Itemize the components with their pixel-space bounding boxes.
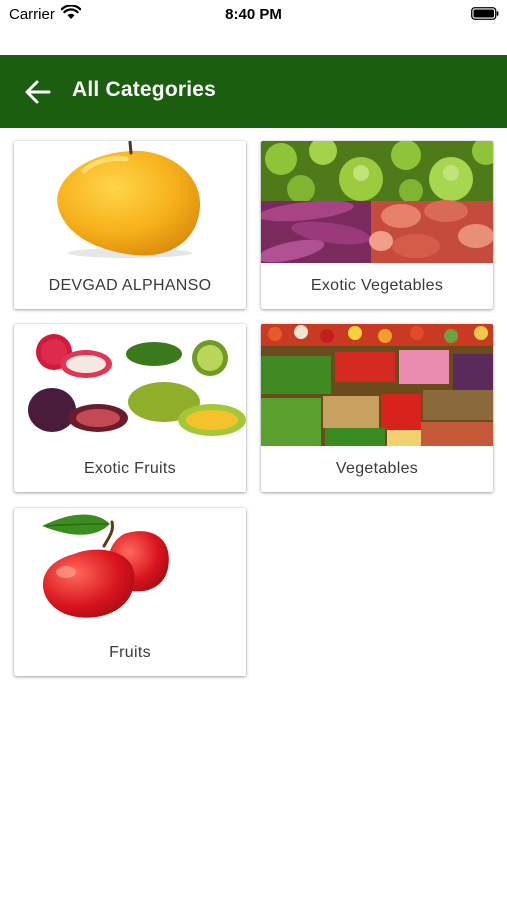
category-card-exotic-vegetables[interactable]: Exotic Vegetables (261, 141, 493, 309)
mango-image (14, 141, 246, 263)
category-label: Vegetables (335, 460, 419, 477)
category-card-exotic-fruits[interactable]: Exotic Fruits (14, 324, 246, 492)
category-label: Exotic Fruits (84, 460, 176, 477)
category-card-fruits[interactable]: Fruits (14, 508, 246, 676)
battery-icon (471, 7, 499, 20)
page-title: All Categories (72, 78, 217, 101)
category-label: Fruits (109, 644, 151, 661)
vegetables-market-image (261, 324, 493, 446)
back-button[interactable] (22, 76, 56, 108)
exotic-vegetables-image (261, 141, 493, 263)
status-bar: Carrier 8:40 PM (0, 0, 507, 28)
category-label: DEVGAD ALPHANSO (48, 277, 212, 294)
category-label: Exotic Vegetables (310, 277, 444, 294)
exotic-fruits-image (14, 324, 246, 446)
status-time: 8:40 PM (225, 6, 282, 23)
apples-image (14, 508, 246, 630)
app-bar: All Categories (0, 55, 507, 128)
arrow-left-icon (25, 80, 51, 104)
category-card-devgad-alphanso[interactable]: DEVGAD ALPHANSO (14, 141, 246, 309)
category-card-vegetables[interactable]: Vegetables (261, 324, 493, 492)
